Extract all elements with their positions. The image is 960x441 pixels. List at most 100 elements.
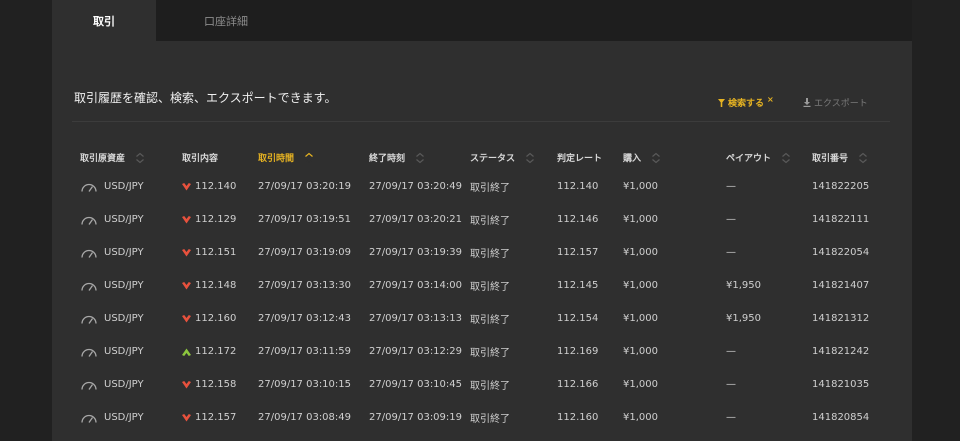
cell-text: 取引終了: [470, 282, 510, 293]
table-row[interactable]: USD/JPY 112.172 27/09/17 03:11:59 27/09/17 …: [52, 335, 912, 368]
col-status-cell: 取引終了: [470, 401, 510, 434]
col-trade-number-cell: 141822054: [812, 236, 869, 269]
cell-text: 141822054: [812, 247, 870, 258]
cell-text: ¥1,000: [623, 280, 658, 291]
sort-icon[interactable]: [651, 152, 661, 164]
table-row[interactable]: USD/JPY 112.140 27/09/17 03:20:19 27/09/17 …: [52, 170, 912, 203]
table-row[interactable]: USD/JPY 112.148 27/09/17 03:13:30 27/09/17 …: [52, 269, 912, 302]
export-button-label: エクスポート: [814, 99, 868, 109]
cell-text: 112.169: [557, 346, 599, 357]
sort-icon[interactable]: [858, 152, 868, 164]
col-asset-cell: USD/JPY: [80, 203, 144, 236]
cell-text: USD/JPY: [104, 346, 144, 357]
gauge-icon: [81, 216, 97, 225]
col-purchase-cell: ¥1,000: [623, 269, 658, 302]
sort-icon[interactable]: [135, 152, 145, 164]
col-status-cell: 取引終了: [470, 203, 510, 236]
tab-account-details[interactable]: 口座詳細: [174, 0, 278, 41]
tab-trade[interactable]: 取引: [52, 0, 156, 41]
col-purchase-cell: ¥1,000: [623, 368, 658, 401]
cell-text: 141821035: [812, 379, 870, 390]
col-trade-time-cell: 27/09/17 03:11:59: [258, 335, 351, 368]
cell-text: 27/09/17 03:12:29: [369, 346, 463, 357]
divider: [72, 121, 890, 122]
column-header-label: 取引原資産: [80, 154, 126, 164]
cell-text: ¥1,000: [623, 379, 658, 390]
col-purchase-header[interactable]: 購入: [623, 151, 661, 164]
table-row[interactable]: USD/JPY 112.160 27/09/17 03:12:43 27/09/17 …: [52, 302, 912, 335]
col-status-header[interactable]: ステータス: [470, 151, 535, 164]
col-judge-rate-cell: 112.169: [557, 335, 598, 368]
cell-text: 112.160: [557, 412, 599, 423]
col-trade-number-cell: 141820854: [812, 401, 869, 434]
column-header-label: ペイアウト: [726, 154, 772, 164]
export-button[interactable]: エクスポート: [803, 96, 868, 109]
table-row[interactable]: USD/JPY 112.158 27/09/17 03:10:15 27/09/17 …: [52, 368, 912, 401]
col-status-cell: 取引終了: [470, 335, 510, 368]
col-end-time-cell: 27/09/17 03:20:49: [369, 170, 462, 203]
gauge-icon: [81, 183, 97, 192]
sort-icon[interactable]: [525, 152, 535, 164]
col-payout-cell: ¥1,950: [726, 302, 761, 335]
col-trade-time-cell: 27/09/17 03:08:49: [258, 401, 351, 434]
col-end-time-cell: 27/09/17 03:10:45: [369, 368, 462, 401]
sort-icon[interactable]: [781, 152, 791, 164]
column-header-label: 取引時間: [258, 154, 295, 164]
cell-text: 取引終了: [470, 315, 510, 326]
col-asset-cell: USD/JPY: [80, 368, 144, 401]
cell-text: 112.158: [195, 379, 237, 390]
cell-text: 141822205: [812, 181, 870, 192]
table-row[interactable]: USD/JPY 112.157 27/09/17 03:08:49 27/09/17 …: [52, 401, 912, 434]
gauge-icon: [81, 282, 97, 291]
col-judge-rate-cell: 112.140: [557, 170, 598, 203]
col-judge-rate-cell: 112.157: [557, 236, 598, 269]
sort-icon[interactable]: [304, 152, 314, 164]
search-button[interactable]: 検索する ×: [718, 95, 774, 109]
col-payout-cell: —: [726, 335, 736, 368]
table-row[interactable]: USD/JPY 112.129 27/09/17 03:19:51 27/09/17 …: [52, 203, 912, 236]
col-trade-number-header[interactable]: 取引番号: [812, 151, 868, 164]
col-trade-time-cell: 27/09/17 03:10:15: [258, 368, 351, 401]
close-icon: ×: [767, 95, 774, 104]
col-judge-rate-cell: 112.154: [557, 302, 598, 335]
col-trade-number-cell: 141821312: [812, 302, 869, 335]
col-payout-cell: —: [726, 401, 736, 434]
table-row[interactable]: USD/JPY 112.151 27/09/17 03:19:09 27/09/17 …: [52, 236, 912, 269]
cell-text: 27/09/17 03:10:45: [369, 379, 463, 390]
col-trade-time-cell: 27/09/17 03:13:30: [258, 269, 351, 302]
col-end-time-cell: 27/09/17 03:13:13: [369, 302, 462, 335]
sort-icon[interactable]: [415, 152, 425, 164]
cell-text: ¥1,950: [726, 313, 761, 324]
col-trade-time-cell: 27/09/17 03:19:09: [258, 236, 351, 269]
col-purchase-cell: ¥1,000: [623, 302, 658, 335]
search-button-label: 検索する: [728, 99, 765, 109]
cell-text: USD/JPY: [104, 379, 144, 390]
col-trade-content-cell: 112.140: [182, 170, 236, 203]
cell-text: 141822111: [812, 214, 870, 225]
arrow-down-icon: [182, 413, 191, 421]
cell-text: USD/JPY: [104, 214, 144, 225]
col-end-time-cell: 27/09/17 03:20:21: [369, 203, 462, 236]
cell-text: 112.148: [195, 280, 237, 291]
col-payout-cell: —: [726, 236, 736, 269]
col-purchase-cell: ¥1,000: [623, 335, 658, 368]
cell-text: 112.145: [557, 280, 599, 291]
col-purchase-cell: ¥1,000: [623, 170, 658, 203]
cell-text: 27/09/17 03:20:21: [369, 214, 463, 225]
arrow-down-icon: [182, 380, 191, 388]
col-trade-time-header[interactable]: 取引時間: [258, 151, 314, 164]
col-end-time-header[interactable]: 終了時刻: [369, 151, 425, 164]
col-trade-number-cell: 141821407: [812, 269, 869, 302]
cell-text: USD/JPY: [104, 280, 144, 291]
cell-text: USD/JPY: [104, 313, 144, 324]
cell-text: ¥1,950: [726, 280, 761, 291]
page-description: 取引履歴を確認、検索、エクスポートできます。: [74, 91, 337, 105]
arrow-down-icon: [182, 182, 191, 190]
gauge-icon: [81, 414, 97, 423]
col-payout-header[interactable]: ペイアウト: [726, 151, 791, 164]
cell-text: USD/JPY: [104, 181, 144, 192]
col-asset-header[interactable]: 取引原資産: [80, 151, 145, 164]
column-header-label: ステータス: [470, 154, 516, 164]
col-purchase-cell: ¥1,000: [623, 203, 658, 236]
cell-text: 112.151: [195, 247, 237, 258]
